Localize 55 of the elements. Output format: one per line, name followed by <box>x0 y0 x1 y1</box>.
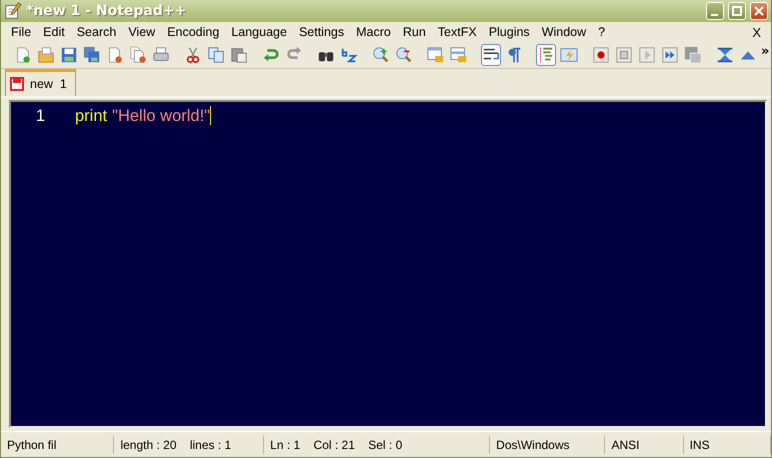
stop-icon <box>615 46 633 64</box>
close-button[interactable] <box>750 2 768 20</box>
play-icon <box>638 46 656 64</box>
indent-guide-icon <box>537 46 555 64</box>
document-remove-icon <box>106 46 124 64</box>
menu-item[interactable]: Macro <box>350 25 397 39</box>
new-file-icon <box>14 46 32 64</box>
status-field: INS <box>684 436 771 454</box>
code-string: "Hello world!" <box>112 106 210 126</box>
documents-remove-icon <box>129 46 147 64</box>
scissors-icon <box>184 46 202 64</box>
text-cursor <box>210 106 212 125</box>
menu-item[interactable]: Settings <box>292 25 350 39</box>
minimize-button[interactable] <box>706 2 724 20</box>
status-field: length : 20 lines : 1 <box>114 436 264 454</box>
menu-item[interactable]: TextFX <box>432 25 483 39</box>
menu-item[interactable]: Edit <box>37 25 71 39</box>
letters-swap-icon <box>340 46 358 64</box>
status-field: ANSI <box>605 436 684 454</box>
copy-icon <box>207 46 225 64</box>
minimize-icon <box>710 14 718 16</box>
notepad-pencil-icon <box>4 2 22 20</box>
toolbar-overflow-button[interactable]: » <box>761 44 770 59</box>
menu-item[interactable]: File <box>5 25 38 39</box>
menu-item[interactable]: Run <box>396 25 432 39</box>
record-icon <box>592 46 610 64</box>
status-field: Ln : 1 Col : 21 Sel : 0 <box>264 436 490 454</box>
close-icon <box>754 6 764 16</box>
menu-item[interactable]: Plugins <box>482 25 536 39</box>
open-folder-icon <box>37 46 55 64</box>
status-field: Dos\Windows <box>490 436 606 454</box>
maximize-icon <box>732 6 742 16</box>
floppy-disks-icon <box>83 46 101 64</box>
undo-arrow-icon <box>262 46 280 64</box>
document-tab[interactable]: new 1 <box>5 69 76 96</box>
menu-item[interactable]: Search <box>70 25 122 39</box>
status-field: Python fil <box>1 436 114 454</box>
code-keyword: print <box>75 106 108 126</box>
printer-icon <box>152 46 170 64</box>
toolbar-button[interactable] <box>481 44 501 66</box>
menu-item[interactable]: Window <box>536 25 592 39</box>
menu-item[interactable]: ? <box>592 25 612 39</box>
zoom-in-icon <box>372 46 390 64</box>
lightning-window-icon <box>560 46 578 64</box>
paste-icon <box>230 46 248 64</box>
maximize-button[interactable] <box>728 2 746 20</box>
code-editor[interactable]: 1 print "Hello world!" <box>9 100 767 428</box>
fast-forward-icon <box>661 46 679 64</box>
menu-item[interactable]: Language <box>225 25 293 39</box>
line-number: 1 <box>34 106 46 126</box>
zoom-out-icon <box>395 46 413 64</box>
menu-item[interactable]: View <box>122 25 162 39</box>
menu-item[interactable]: Encoding <box>161 25 226 39</box>
window-title: *new 1 - Notepad++ <box>26 3 188 19</box>
close-document-button[interactable]: X <box>746 24 767 40</box>
